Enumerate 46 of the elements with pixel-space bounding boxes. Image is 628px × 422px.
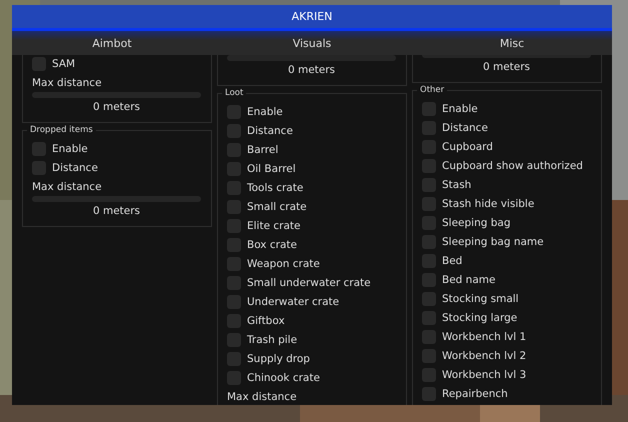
- checkbox-label: Cupboard show authorized: [442, 160, 583, 172]
- checkbox-label: Enable: [442, 102, 478, 114]
- checkbox-label: SAM: [52, 58, 76, 70]
- checkbox-label: Stash: [442, 178, 472, 190]
- slider-label: Max distance: [32, 76, 103, 91]
- checkbox-label: Workbench lvl 1: [442, 330, 526, 342]
- slider-value: 0 meters: [92, 204, 142, 219]
- column-header[interactable]: Visuals: [292, 36, 332, 50]
- checkbox-label: Trash pile: [247, 334, 298, 346]
- checkbox-label: Underwater crate: [247, 296, 340, 308]
- checkbox-label: Chinook crate: [247, 372, 320, 384]
- checkbox-label: Workbench lvl 3: [442, 368, 526, 380]
- checkbox-label: Weapon crate: [247, 258, 320, 270]
- checkbox-label: Stocking small: [442, 292, 519, 304]
- checkbox-label: Elite crate: [247, 220, 300, 232]
- checkbox-label: Stocking large: [442, 312, 518, 324]
- column-header[interactable]: Misc: [500, 36, 524, 50]
- slider-value: 0 meters: [92, 100, 142, 115]
- slider-value: 0 meters: [482, 60, 532, 75]
- checkbox-label: Workbench lvl 2: [442, 350, 526, 362]
- checkbox-label: Enable: [247, 106, 283, 118]
- checkbox-label: Small underwater crate: [247, 276, 371, 288]
- checkbox-label: Small crate: [247, 200, 307, 212]
- checkbox-label: Sleeping bag name: [442, 236, 544, 248]
- checkbox-label: Bed: [442, 254, 462, 266]
- checkbox-label: Tools crate: [247, 182, 304, 194]
- checkbox-label: Distance: [52, 162, 98, 174]
- slider-label: Max distance: [227, 390, 298, 405]
- checkbox-label: Enable: [52, 142, 88, 154]
- window-title: AKRIEN: [12, 5, 612, 31]
- checkbox-label: Supply drop: [247, 352, 310, 364]
- checkbox-label: Cupboard: [442, 140, 493, 152]
- checkbox-label: Giftbox: [247, 314, 285, 326]
- slider-value: 0 meters: [286, 63, 336, 78]
- checkbox-label: Distance: [247, 124, 293, 136]
- slider-label: Max distance: [32, 180, 103, 195]
- checkbox-label: Repairbench: [442, 388, 508, 400]
- checkbox-label: Bed name: [442, 274, 496, 286]
- checkbox-label: Sleeping bag: [442, 216, 511, 228]
- checkbox-label: Barrel: [247, 144, 278, 156]
- checkbox-label: Stash hide visible: [442, 198, 534, 210]
- column-header[interactable]: Aimbot: [92, 36, 132, 50]
- group-title: Dropped items: [27, 124, 96, 136]
- checkbox-label: Distance: [442, 122, 488, 134]
- checkbox-label: Box crate: [247, 238, 297, 250]
- checkbox-label: Oil Barrel: [247, 162, 296, 174]
